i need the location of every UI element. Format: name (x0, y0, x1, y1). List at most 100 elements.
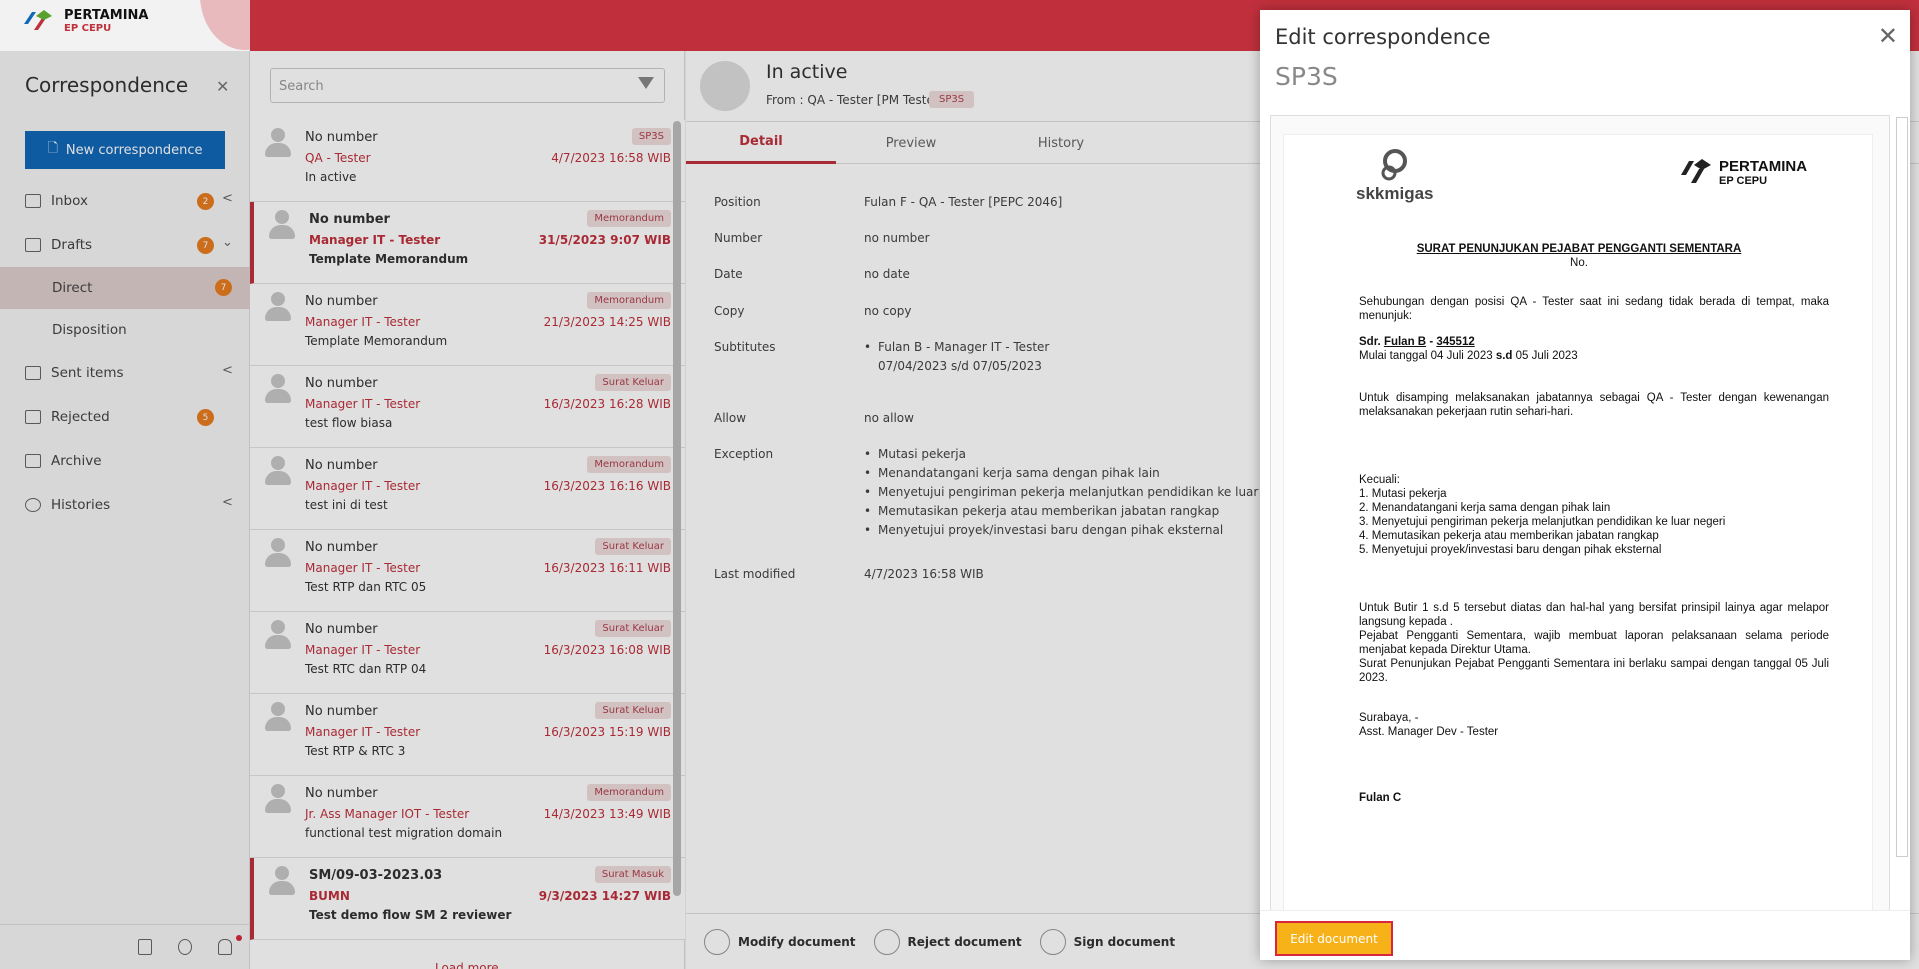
list-item[interactable]: No number QA - Tester In active SP3S 4/7/202… (250, 120, 685, 202)
doc-paragraph: Untuk disamping melaksanakan jabatannya … (1359, 392, 1829, 418)
detail-from: From : QA - Tester [PM Tester] (766, 93, 944, 107)
bell-icon[interactable] (218, 939, 232, 955)
tab-detail[interactable]: Detail (686, 122, 836, 164)
load-more-link[interactable]: Load more (435, 961, 499, 969)
history-icon (25, 498, 41, 512)
sidebar-item-sent[interactable]: Sent items < (0, 351, 250, 395)
reject-document-button[interactable]: Reject document (873, 928, 1022, 955)
item-sender: Manager IT - Tester (305, 643, 421, 657)
action-label: Modify document (738, 934, 856, 949)
sign-document-button[interactable]: Sign document (1039, 928, 1175, 955)
new-correspondence-label: New correspondence (65, 142, 203, 158)
avatar (264, 374, 292, 404)
drafts-icon (25, 238, 41, 252)
avatar (264, 620, 292, 650)
sidebar-item-inbox[interactable]: Inbox 2 < (0, 179, 250, 223)
document-preview: skkmigas PERTAMINA EP CEPU SURAT PENUNJUK… (1270, 115, 1890, 912)
sidebar-item-rejected[interactable]: Rejected 5 (0, 395, 250, 439)
item-sender: Manager IT - Tester (305, 561, 421, 575)
sidebar-item-histories[interactable]: Histories < (0, 483, 250, 527)
list-item[interactable]: No number Manager IT - Tester Template Mem… (250, 202, 685, 284)
item-type-badge: Surat Keluar (595, 702, 671, 719)
list-item[interactable]: No number Jr. Ass Manager IOT - Tester fun… (250, 776, 685, 858)
period-end: 05 Juli 2023 (1515, 350, 1578, 362)
inbox-badge: 2 (197, 193, 214, 210)
item-sender: Manager IT - Tester (305, 315, 421, 329)
brand-logo[interactable]: PERTAMINA EP CEPU (22, 8, 148, 34)
item-date: 16/3/2023 16:28 WIB (543, 397, 671, 411)
close-icon[interactable]: ✕ (1878, 22, 1898, 50)
item-date: 16/3/2023 16:08 WIB (543, 643, 671, 657)
exception-list: Mutasi pekerja Menandatangani kerja sama… (864, 445, 1300, 540)
list-item[interactable]: No number Manager IT - Tester Test RTP & R… (250, 694, 685, 776)
sidebar-item-label: Sent items (51, 365, 124, 381)
field-value: no date (864, 267, 910, 281)
dialog-scrollbar[interactable] (1896, 117, 1908, 857)
doc-exception-item: 2. Menandatangani kerja sama dengan piha… (1359, 502, 1611, 514)
chevron-left-icon[interactable]: < (222, 495, 233, 510)
period-start: Mulai tanggal 04 Juli 2023 (1359, 350, 1493, 362)
brand-text: PERTAMINA EP CEPU (64, 8, 148, 34)
doc-exception-item: 4. Memutasikan pekerja atau memberikan j… (1359, 530, 1659, 542)
document-icon[interactable] (138, 939, 152, 955)
substitute-name: Fulan B - Manager IT - Tester (878, 340, 1050, 354)
chevron-left-icon[interactable]: < (222, 191, 233, 206)
tab-history[interactable]: History (986, 122, 1136, 164)
chevron-left-icon[interactable]: < (222, 363, 233, 378)
item-number: No number (305, 540, 378, 555)
field-label: Last modified (714, 567, 796, 581)
doc-paragraph: Sehubungan dengan posisi QA - Tester saa… (1359, 296, 1829, 322)
search-input[interactable]: Search (270, 68, 665, 103)
sent-icon (25, 366, 41, 380)
doc-exception-item: 3. Menyetujui pengiriman pekerja melanju… (1359, 516, 1726, 528)
item-date: 21/3/2023 14:25 WIB (543, 315, 671, 329)
sidebar-item-label: Inbox (51, 193, 88, 209)
doc-period: Mulai tanggal 04 Juli 2023 s.d 05 Juli 2… (1359, 349, 1829, 363)
list-item[interactable]: No number Manager IT - Tester Test RTC dan… (250, 612, 685, 694)
edit-correspondence-dialog: Edit correspondence ✕ SP3S skkmigas PERT… (1260, 10, 1910, 960)
sdr-label: Sdr. (1359, 336, 1381, 348)
filter-icon[interactable] (638, 77, 654, 89)
list-item[interactable]: No number Manager IT - Tester Template Mem… (250, 284, 685, 366)
edit-document-button[interactable]: Edit document (1275, 921, 1393, 956)
inbox-icon (25, 194, 41, 208)
sidebar-item-archive[interactable]: Archive (0, 439, 250, 483)
item-date: 16/3/2023 16:11 WIB (543, 561, 671, 575)
item-type-badge: Surat Keluar (595, 620, 671, 637)
list-item[interactable]: SM/09-03-2023.03 BUMN Test demo flow SM 2 … (250, 858, 685, 940)
list-item[interactable]: No number Manager IT - Tester test ini di … (250, 448, 685, 530)
item-subject: Template Memorandum (305, 334, 448, 348)
sidebar-item-direct[interactable]: Direct 7 (0, 267, 250, 309)
list-scrollbar[interactable] (673, 121, 681, 896)
list-item[interactable]: No number Manager IT - Tester Test RTP dan… (250, 530, 685, 612)
field-value: no copy (864, 304, 912, 318)
sdr-id: 345512 (1436, 336, 1475, 348)
field-label: Exception (714, 447, 774, 461)
archive-icon (25, 454, 41, 468)
item-date: 4/7/2023 16:58 WIB (551, 151, 671, 165)
brand-name: PERTAMINA (64, 8, 149, 23)
chevron-down-icon[interactable]: ⌄ (222, 235, 233, 250)
item-sender: Manager IT - Tester (305, 479, 421, 493)
close-icon[interactable]: ✕ (216, 77, 229, 96)
item-type-badge: Surat Keluar (595, 538, 671, 555)
exception-item: Menyetujui pengiriman pekerja melanjutka… (864, 483, 1300, 502)
sidebar-item-drafts[interactable]: Drafts 7 ⌄ (0, 223, 250, 267)
reject-icon (873, 928, 900, 955)
modify-document-button[interactable]: Modify document (704, 928, 856, 955)
tab-preview[interactable]: Preview (836, 122, 986, 164)
list-item[interactable]: No number Manager IT - Tester test flow bi… (250, 366, 685, 448)
exception-item: Menandatangani kerja sama dengan pihak l… (864, 464, 1300, 483)
item-subject: test flow biasa (305, 416, 393, 430)
item-subject: Test RTP dan RTC 05 (305, 580, 427, 594)
doc-number: No. (1570, 257, 1588, 269)
user-settings-icon[interactable] (178, 939, 192, 955)
field-value: Fulan F - QA - Tester [PEPC 2046] (864, 195, 1063, 209)
sidebar-item-disposition[interactable]: Disposition (0, 309, 250, 351)
pertamina-icon (1681, 159, 1711, 183)
item-date: 14/3/2023 13:49 WIB (543, 807, 671, 821)
item-number: No number (309, 212, 390, 227)
new-correspondence-button[interactable]: 🗋 New correspondence (25, 131, 225, 169)
sidebar-item-label: Archive (51, 453, 102, 469)
field-value: no allow (864, 411, 914, 425)
